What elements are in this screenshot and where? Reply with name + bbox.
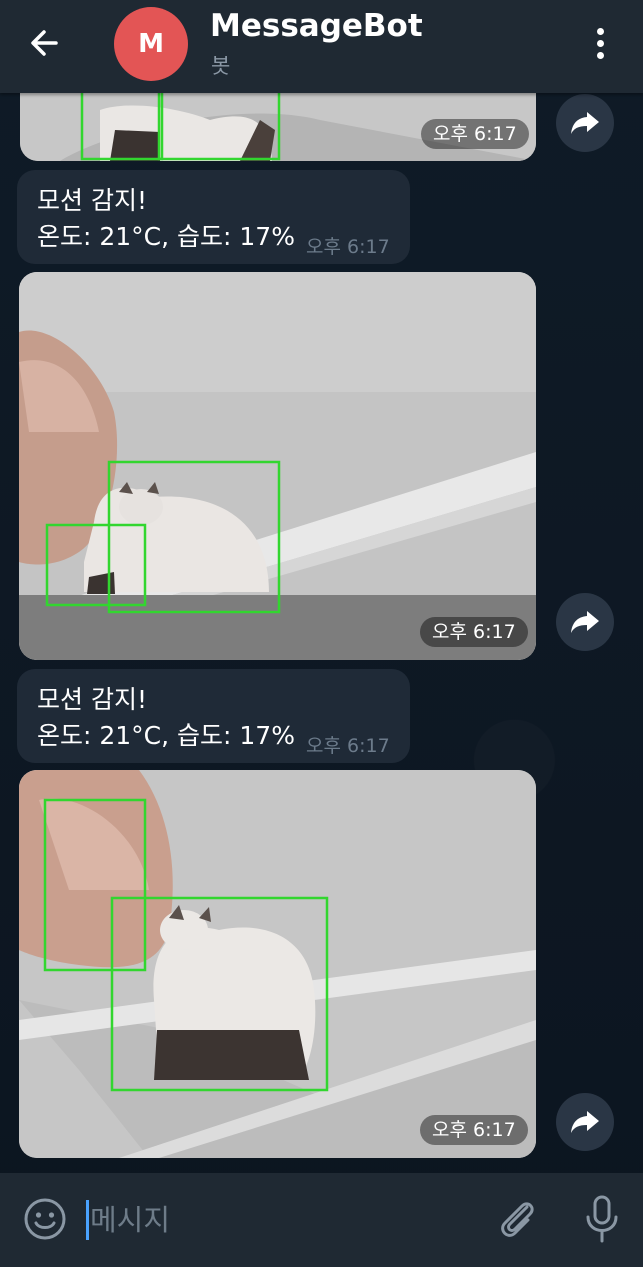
arrow-left-icon	[31, 30, 58, 56]
message-time: 오후 6:17	[306, 735, 390, 757]
message-time: 오후 6:17	[306, 236, 390, 258]
chat-subtitle: 봇	[211, 54, 231, 78]
share-arrow-icon	[571, 1111, 599, 1133]
paperclip-icon	[501, 1202, 534, 1237]
message-line-1: 모션 감지!	[37, 186, 147, 215]
menu-dot	[597, 40, 604, 47]
menu-dot	[597, 52, 604, 59]
message-line-1: 모션 감지!	[37, 685, 147, 714]
message-time: 오후 6:17	[421, 119, 529, 149]
message-line-2: 온도: 21°C, 습도: 17%	[37, 222, 295, 251]
forward-button[interactable]	[556, 593, 614, 651]
text-message[interactable]: 모션 감지! 온도: 21°C, 습도: 17% 오후 6:17	[17, 170, 410, 264]
smile-icon	[24, 1198, 66, 1240]
microphone-button[interactable]	[582, 1193, 622, 1247]
chat-header: M MessageBot 봇	[0, 0, 643, 93]
photo-content	[19, 272, 536, 660]
message-input[interactable]	[88, 1197, 472, 1243]
avatar[interactable]: M	[114, 7, 188, 81]
message-time: 오후 6:17	[420, 617, 528, 647]
back-button[interactable]	[22, 22, 72, 64]
forward-button[interactable]	[556, 94, 614, 152]
forward-button[interactable]	[556, 1093, 614, 1151]
avatar-letter: M	[138, 29, 164, 59]
microphone-icon	[586, 1195, 618, 1243]
text-message[interactable]: 모션 감지! 온도: 21°C, 습도: 17% 오후 6:17	[17, 669, 410, 763]
message-line-2: 온도: 21°C, 습도: 17%	[37, 721, 295, 750]
more-options-button[interactable]	[586, 24, 616, 64]
emoji-button[interactable]	[22, 1196, 68, 1242]
share-arrow-icon	[571, 112, 599, 134]
photo-message[interactable]: 오후 6:17	[19, 272, 536, 660]
photo-content	[19, 770, 536, 1158]
message-time: 오후 6:17	[420, 1115, 528, 1145]
share-arrow-icon	[571, 611, 599, 633]
chat-title[interactable]: MessageBot	[210, 8, 423, 44]
message-input-bar	[0, 1173, 643, 1267]
photo-message[interactable]: 오후 6:17	[19, 770, 536, 1158]
attach-button[interactable]	[494, 1193, 538, 1245]
more-vertical-icon	[597, 28, 604, 35]
